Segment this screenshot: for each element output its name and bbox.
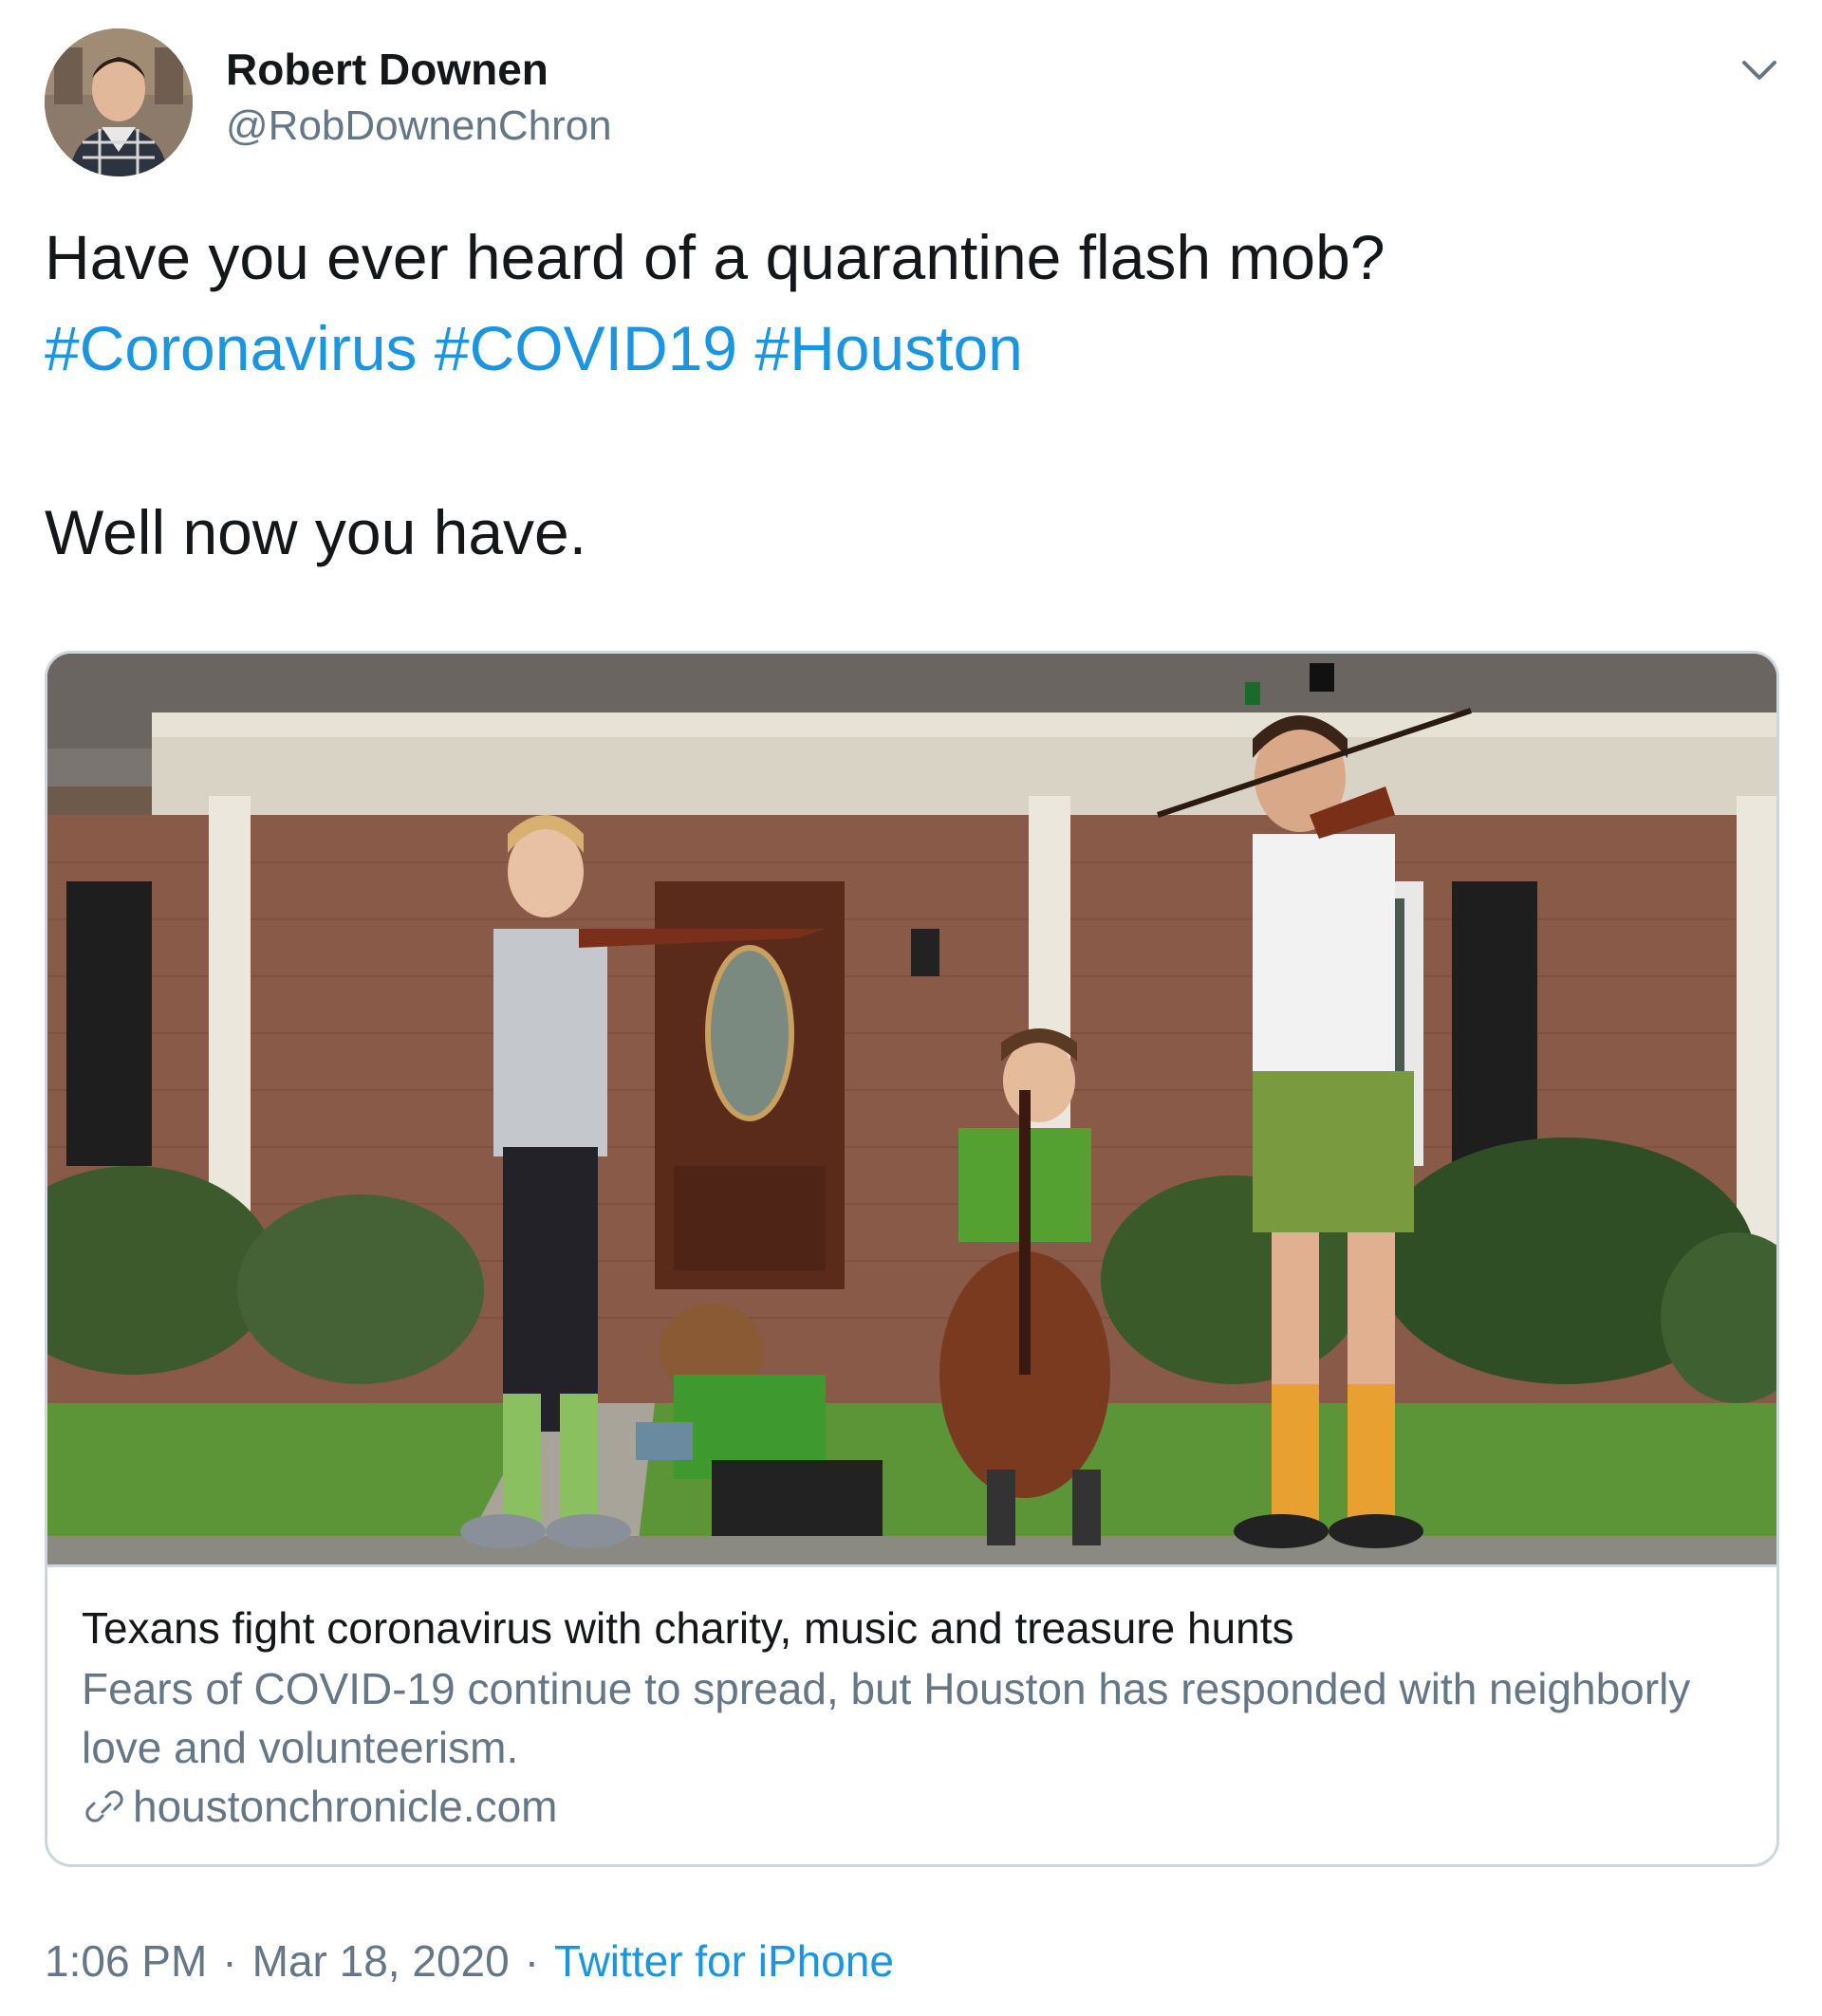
tweet-meta: 1:06 PM · Mar 18, 2020 · Twitter for iPhone [45, 1935, 894, 1987]
tweet-text-line: Well now you have. [45, 497, 587, 567]
meta-separator: · [524, 1936, 540, 1986]
tweet-date[interactable]: Mar 18, 2020 [252, 1936, 510, 1986]
tweet-text-line: Have you ever heard of a quarantine flas… [45, 222, 1385, 292]
card-image[interactable] [47, 654, 1776, 1567]
hashtag-line: #Coronavirus #COVID19 #Houston [45, 311, 1023, 386]
card-description: Fears of COVID-19 continue to spread, bu… [82, 1664, 1691, 1772]
card-title[interactable]: Texans fight coronavirus with charity, m… [82, 1602, 1294, 1654]
tweet-time[interactable]: 1:06 PM [45, 1936, 207, 1986]
tweet-source[interactable]: Twitter for iPhone [554, 1936, 894, 1986]
tweet: Robert Downen @RobDownenChron Have you e… [0, 0, 1822, 2016]
card-domain-text: houstonchronicle.com [133, 1782, 558, 1831]
hashtag-houston[interactable]: #Houston [754, 313, 1023, 383]
card-photo [47, 654, 1776, 1564]
link-preview-card[interactable]: Texans fight coronavirus with charity, m… [45, 651, 1779, 1867]
avatar[interactable] [45, 28, 193, 176]
hashtag-coronavirus[interactable]: #Coronavirus [45, 313, 418, 383]
chevron-down-icon[interactable] [1733, 44, 1786, 97]
author-handle[interactable]: @RobDownenChron [226, 102, 612, 150]
meta-separator: · [222, 1936, 237, 1986]
author-name[interactable]: Robert Downen [226, 44, 548, 95]
link-icon [85, 1790, 123, 1822]
hashtag-covid19[interactable]: #COVID19 [435, 313, 737, 383]
avatar-photo [45, 28, 193, 176]
card-domain[interactable]: houstonchronicle.com [82, 1781, 557, 1832]
